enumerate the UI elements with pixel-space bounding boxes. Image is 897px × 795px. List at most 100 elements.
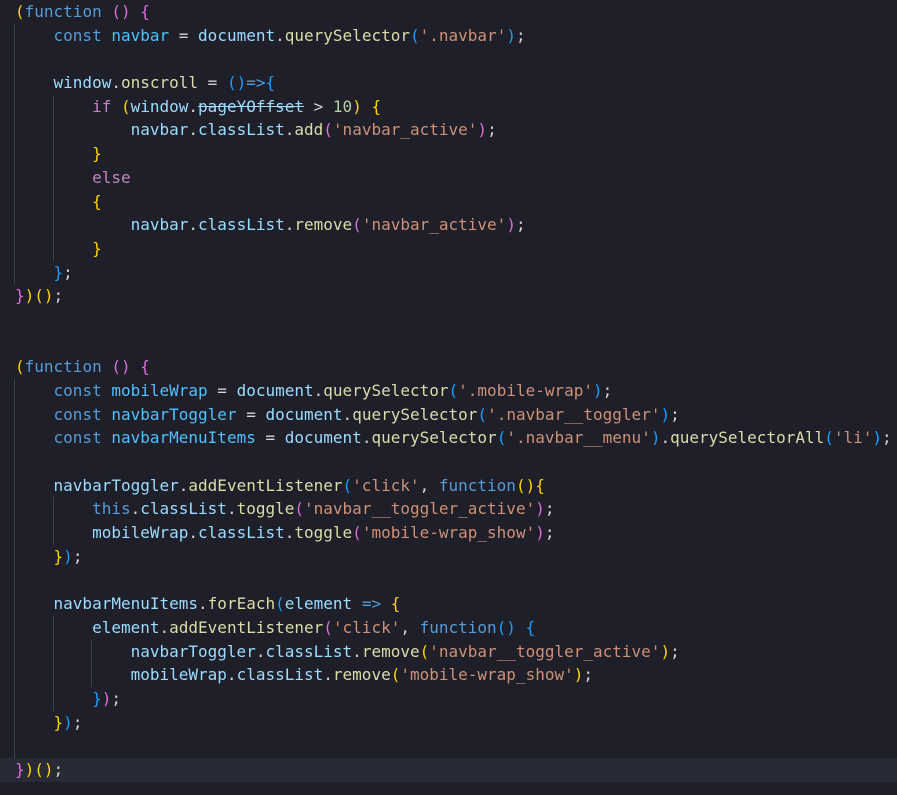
code-token: const (53, 428, 102, 448)
code-token: => (361, 594, 382, 614)
code-token: querySelector (323, 381, 449, 400)
code-lines[interactable]: (function () { const navbar = document.q… (0, 0, 897, 782)
code-token: function (419, 617, 497, 637)
indent-guide (14, 236, 15, 261)
code-token: ( (342, 475, 353, 495)
code-line[interactable] (0, 308, 897, 332)
code-token: mobileWrap (130, 665, 227, 685)
code-token: ) (593, 381, 603, 400)
code-line[interactable]: navbarToggler.classList.remove('navbar__… (0, 639, 897, 664)
code-line[interactable]: mobileWrap.classList.remove('mobile-wrap… (0, 663, 897, 687)
code-token: = (207, 381, 237, 400)
code-token: ; (111, 688, 121, 708)
code-line[interactable]: else (0, 165, 897, 190)
code-line[interactable]: const navbar = document.querySelector('.… (0, 23, 897, 48)
code-line[interactable] (0, 568, 897, 593)
code-token: navbarMenuItems (111, 428, 256, 448)
code-line[interactable]: }); (0, 710, 897, 735)
code-line[interactable]: navbar.classList.add('navbar_active'); (0, 118, 897, 143)
code-token: () (34, 760, 54, 779)
indent-guide (52, 118, 54, 143)
code-token: '.navbar__toggler' (487, 404, 661, 424)
code-token: . (342, 404, 353, 424)
code-token: 'li' (833, 428, 873, 448)
indent-guide (14, 497, 15, 522)
code-token: 'navbar__toggler_active' (304, 499, 536, 519)
indent-guide (14, 379, 15, 403)
indent-guide (52, 615, 54, 640)
code-line[interactable]: (function () { (0, 0, 897, 24)
code-line[interactable] (0, 332, 897, 356)
code-line[interactable] (0, 47, 897, 72)
code-line[interactable]: element.addEventListener('click', functi… (0, 615, 897, 640)
code-token: window (130, 96, 189, 116)
code-line[interactable]: const mobileWrap = document.querySelecto… (0, 379, 897, 403)
indent-guide (91, 663, 93, 687)
code-token: { (140, 357, 150, 377)
code-token: ; (670, 404, 680, 424)
indent-guide (14, 189, 15, 214)
code-editor[interactable]: (function () { const navbar = document.q… (0, 0, 897, 795)
code-token: } (15, 286, 25, 306)
code-token: classList (265, 641, 353, 661)
code-token: } (15, 760, 25, 779)
code-line[interactable]: navbarMenuItems.forEach(element => { (0, 592, 897, 616)
code-line[interactable] (0, 734, 897, 758)
code-token: . (284, 215, 295, 235)
code-token: 'click' (332, 617, 401, 637)
code-token: = (198, 73, 227, 93)
code-token: () (226, 73, 247, 93)
code-line[interactable]: const navbarToggler = document.querySele… (0, 402, 897, 427)
code-token: . (275, 25, 285, 45)
code-token: element (92, 617, 160, 637)
code-token: 'navbar_active' (361, 215, 507, 235)
code-line[interactable]: }); (0, 686, 897, 711)
code-line[interactable]: } (0, 142, 897, 166)
code-token: const (53, 404, 102, 424)
code-line[interactable]: const navbarMenuItems = document.querySe… (0, 426, 897, 451)
code-line[interactable]: navbarToggler.addEventListener('click', … (0, 473, 897, 498)
code-line[interactable]: }); (0, 544, 897, 569)
indent-guide (52, 639, 54, 664)
indent-guide (14, 639, 15, 664)
code-token: ( (15, 2, 25, 21)
code-line[interactable]: navbar.classList.remove('navbar_active')… (0, 213, 897, 237)
code-line[interactable]: if (window.pageYOffset > 10) { (0, 94, 897, 119)
code-token: mobileWrap (92, 523, 189, 543)
code-line[interactable]: }; (0, 260, 897, 285)
code-line[interactable]: this.classList.toggle('navbar__toggler_a… (0, 497, 897, 522)
code-token: ; (544, 499, 555, 519)
code-line[interactable]: mobileWrap.classList.toggle('mobile-wrap… (0, 521, 897, 545)
code-token: } (53, 262, 64, 282)
code-token: { (525, 617, 536, 637)
code-token: querySelectorAll (670, 428, 825, 448)
code-line[interactable]: window.onscroll = ()=>{ (0, 71, 897, 95)
indent-guide (14, 686, 15, 711)
indent-guide (14, 568, 15, 593)
indent-guide (52, 94, 54, 119)
code-token: function (24, 2, 102, 21)
code-line[interactable]: (function () { (0, 355, 897, 379)
code-token: navbar (130, 120, 189, 140)
code-token: function (438, 475, 516, 495)
code-token: ) (477, 120, 488, 140)
code-token: { (390, 594, 401, 614)
code-token: { (535, 475, 545, 495)
code-line[interactable]: } (0, 236, 897, 261)
code-line[interactable]: })(); (0, 758, 897, 782)
code-token: ) (872, 428, 883, 448)
code-line[interactable]: })(); (0, 284, 897, 308)
code-line[interactable]: { (0, 189, 897, 214)
code-token: document (236, 381, 314, 400)
code-token: . (323, 665, 333, 685)
code-token: navbarMenuItems (53, 594, 199, 614)
code-line[interactable] (0, 450, 897, 474)
